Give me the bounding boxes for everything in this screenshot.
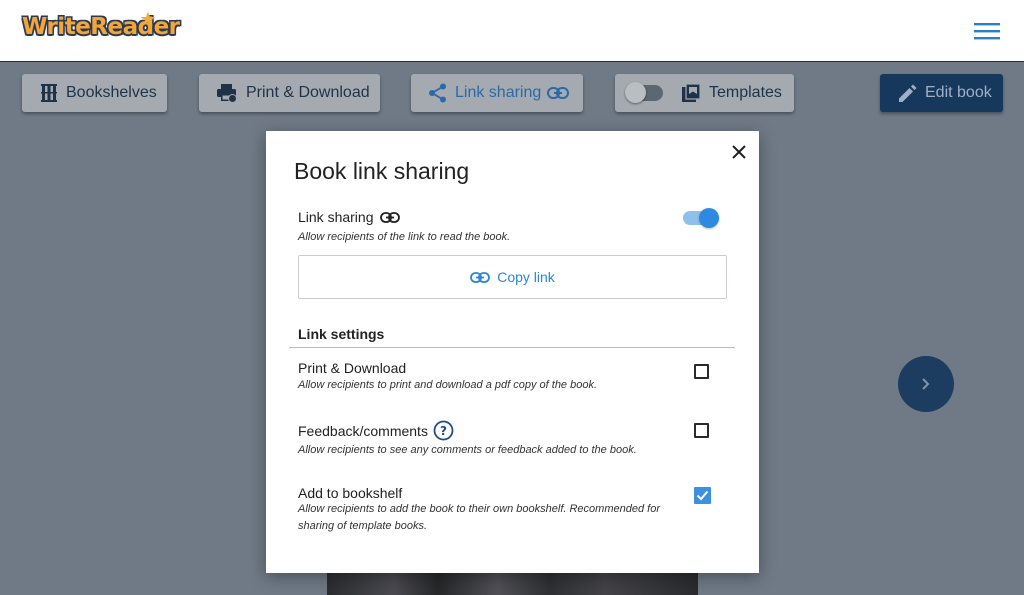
svg-text:?: ?	[440, 424, 447, 438]
copy-link-button[interactable]: Copy link	[298, 255, 727, 299]
link-icon	[379, 211, 400, 223]
add-to-bookshelf-description-line1: Allow recipients to add the book to thei…	[298, 503, 660, 515]
print-download-label: Print & Download	[246, 84, 370, 101]
copy-link-label: Copy link	[497, 269, 555, 285]
feedback-setting-description: Allow recipients to see any comments or …	[298, 444, 637, 456]
feedback-row-label: Feedback/comments ?	[298, 420, 454, 441]
printer-icon	[216, 83, 238, 103]
dialog-title: Book link sharing	[294, 158, 470, 184]
link-sharing-toggle[interactable]	[683, 208, 719, 228]
hamburger-icon[interactable]	[973, 20, 1001, 42]
section-divider	[289, 347, 735, 348]
link-sharing-description: Allow recipients of the link to read the…	[298, 231, 511, 243]
pencil-icon	[898, 84, 917, 103]
share-icon	[428, 83, 447, 103]
chevron-right-icon	[922, 378, 930, 390]
link-sharing-setting-label: Link sharing	[298, 209, 374, 225]
templates-toggle[interactable]	[625, 82, 663, 103]
link-sharing-label: Link sharing	[455, 84, 542, 101]
help-icon[interactable]: ?	[433, 420, 454, 441]
book-page-preview	[327, 573, 698, 595]
templates-label: Templates	[709, 84, 782, 101]
print-download-button[interactable]: Print & Download	[199, 74, 380, 112]
feedback-checkbox[interactable]	[694, 423, 709, 438]
templates-button[interactable]: Templates	[615, 74, 794, 112]
link-icon	[470, 271, 491, 283]
next-page-button[interactable]	[898, 356, 954, 412]
bookshelves-button[interactable]: Bookshelves	[22, 74, 167, 112]
star-icon	[140, 11, 156, 26]
edit-book-button[interactable]: Edit book	[880, 74, 1003, 112]
close-icon[interactable]	[728, 141, 750, 163]
checkmark-icon	[696, 490, 709, 501]
feedback-setting-label: Feedback/comments	[298, 422, 428, 439]
add-to-bookshelf-setting-label: Add to bookshelf	[298, 485, 403, 501]
add-to-bookshelf-description-line2: sharing of template books.	[298, 520, 428, 532]
print-download-checkbox[interactable]	[694, 364, 709, 379]
print-download-setting-description: Allow recipients to print and download a…	[298, 379, 598, 391]
edit-book-label: Edit book	[925, 84, 992, 101]
top-header: WriteReader	[0, 0, 1024, 62]
link-sharing-row-label: Link sharing	[298, 209, 400, 225]
templates-icon	[681, 83, 701, 103]
add-to-bookshelf-checkbox[interactable]	[694, 487, 711, 504]
link-settings-heading: Link settings	[298, 326, 385, 342]
link-sharing-dialog: Book link sharing Link sharing Allow rec…	[266, 131, 759, 573]
bookshelves-label: Bookshelves	[66, 84, 157, 101]
print-download-setting-label: Print & Download	[298, 360, 407, 376]
link-sharing-button[interactable]: Link sharing	[411, 74, 583, 112]
link-icon	[547, 87, 570, 99]
bookshelves-icon	[40, 83, 58, 103]
